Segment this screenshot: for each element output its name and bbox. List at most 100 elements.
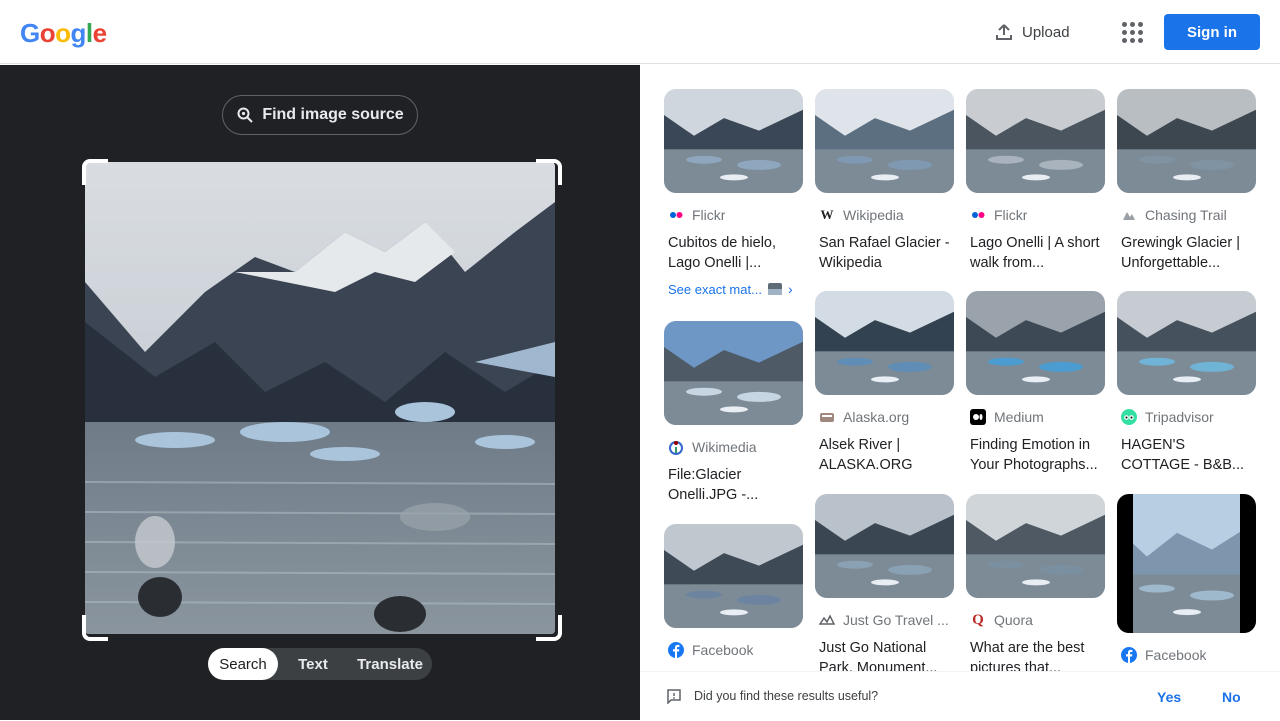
result-thumbnail[interactable] (966, 291, 1105, 395)
crop-handle-bottom-left[interactable] (82, 615, 108, 641)
upload-button[interactable]: Upload (984, 14, 1080, 50)
top-bar: Google Upload Sign in (0, 0, 1280, 64)
exact-match-thumb-icon (767, 283, 782, 295)
result-source[interactable]: Flickr (664, 207, 803, 223)
result-title[interactable]: San Rafael Glacier - Wikipedia (815, 233, 954, 273)
result-thumbnail[interactable] (1117, 89, 1256, 193)
result-thumbnail[interactable] (966, 494, 1105, 598)
see-exact-matches-link[interactable]: See exact mat... › (664, 281, 803, 297)
find-image-source-button[interactable]: Find image source (222, 95, 418, 135)
facebook-icon (1121, 647, 1137, 663)
result-card[interactable]: Flickr Cubitos de hielo, Lago Onelli |...… (664, 89, 803, 297)
result-title[interactable]: HAGEN'S COTTAGE - B&B... (1117, 435, 1256, 475)
result-source[interactable]: Tripadvisor (1117, 409, 1256, 425)
result-thumbnail[interactable] (815, 494, 954, 598)
tab-search[interactable]: Search (208, 648, 278, 680)
result-card[interactable]: Wikimedia File:Glacier Onelli.JPG -... (664, 321, 803, 505)
result-card[interactable]: Chasing Trail Grewingk Glacier | Unforget… (1117, 89, 1256, 273)
sign-in-button[interactable]: Sign in (1164, 14, 1260, 50)
result-source[interactable]: W Wikipedia (815, 207, 954, 223)
result-title[interactable]: Finding Emotion in Your Photographs... (966, 435, 1105, 475)
quora-icon: Q (972, 612, 984, 628)
result-source[interactable]: Q Quora (966, 612, 1105, 628)
chevron-right-icon: › (787, 281, 793, 297)
result-title[interactable]: Lago Onelli | A short walk from... (966, 233, 1105, 273)
result-title[interactable]: Grewingk Glacier | Unforgettable... (1117, 233, 1256, 273)
result-title[interactable]: Alsek River | ALASKA.ORG (815, 435, 954, 475)
tripadvisor-icon (1121, 409, 1137, 425)
query-image-panel: Find image source Search Text Translate (0, 65, 640, 720)
result-title[interactable]: File:Glacier Onelli.JPG -... (664, 465, 803, 505)
alaska-org-icon (819, 409, 835, 425)
tab-translate[interactable]: Translate (348, 648, 432, 680)
result-source[interactable]: Just Go Travel ... (815, 612, 954, 628)
logo-letter: l (85, 18, 93, 48)
medium-icon (970, 409, 986, 425)
mode-tabs: Search Text Translate (208, 648, 432, 680)
result-thumbnail[interactable] (815, 89, 954, 193)
result-source-name: Tripadvisor (1145, 409, 1214, 425)
result-thumbnail[interactable] (815, 291, 954, 395)
result-card[interactable]: Alaska.org Alsek River | ALASKA.ORG (815, 291, 954, 475)
result-source[interactable]: Chasing Trail (1117, 207, 1256, 223)
result-source-name: Chasing Trail (1145, 207, 1227, 223)
result-title[interactable]: Cubitos de hielo, Lago Onelli |... (664, 233, 803, 273)
result-thumbnail[interactable] (1117, 291, 1256, 395)
result-card[interactable]: Flickr Lago Onelli | A short walk from... (966, 89, 1105, 273)
result-thumbnail[interactable] (664, 89, 803, 193)
result-thumbnail[interactable] (664, 321, 803, 425)
crop-handle-top-right[interactable] (536, 159, 562, 185)
result-source-name: Wikimedia (692, 439, 757, 455)
upload-icon (996, 24, 1012, 40)
result-source[interactable]: Facebook (1117, 647, 1256, 663)
flickr-icon (970, 207, 986, 223)
result-source[interactable]: Medium (966, 409, 1105, 425)
result-source-name: Quora (994, 612, 1033, 628)
logo-letter: o (39, 18, 56, 48)
chasing-trail-icon (1121, 207, 1137, 223)
result-source-name: Flickr (692, 207, 726, 223)
result-title[interactable]: What are the best pictures that... (966, 638, 1105, 671)
feedback-question: Did you find these results useful? (694, 689, 879, 703)
upload-label: Upload (1022, 23, 1070, 41)
crop-handle-top-left[interactable] (82, 159, 108, 185)
result-source-name: Flickr (994, 207, 1028, 223)
feedback-yes-button[interactable]: Yes (1157, 689, 1181, 705)
result-card[interactable]: Medium Finding Emotion in Your Photograph… (966, 291, 1105, 475)
result-source-name: Alaska.org (843, 409, 910, 425)
crop-handle-bottom-right[interactable] (536, 615, 562, 641)
result-thumbnail[interactable] (664, 524, 803, 628)
visual-matches-panel: Flickr Cubitos de hielo, Lago Onelli |...… (640, 65, 1280, 671)
feedback-no-button[interactable]: No (1222, 689, 1241, 705)
wikimedia-icon (668, 439, 684, 455)
result-card[interactable]: Just Go Travel ... Just Go National Park,… (815, 494, 954, 671)
result-source[interactable]: Facebook (664, 642, 803, 658)
tab-text[interactable]: Text (278, 648, 348, 680)
result-thumbnail[interactable] (1117, 494, 1256, 633)
find-image-source-label: Find image source (262, 106, 404, 123)
facebook-icon (668, 642, 684, 658)
result-source[interactable]: Wikimedia (664, 439, 803, 455)
result-card[interactable]: Facebook (664, 524, 803, 658)
result-source-name: Just Go Travel ... (843, 612, 949, 628)
lens-search-icon (237, 107, 254, 123)
result-card[interactable]: W Wikipedia San Rafael Glacier - Wikipedia (815, 89, 954, 273)
feedback-bar: Did you find these results useful? Yes N… (640, 671, 1280, 721)
result-source[interactable]: Flickr (966, 207, 1105, 223)
flickr-icon (668, 207, 684, 223)
result-source[interactable]: Alaska.org (815, 409, 954, 425)
result-card[interactable]: Q Quora What are the best pictures that... (966, 494, 1105, 671)
wikipedia-icon: W (820, 207, 834, 222)
result-source-name: Wikipedia (843, 207, 904, 223)
see-exact-matches-label: See exact mat... (668, 281, 762, 297)
result-source-name: Facebook (1145, 647, 1207, 663)
apps-grid-icon[interactable] (1118, 18, 1146, 46)
logo-letter: G (20, 18, 40, 48)
result-card[interactable]: Tripadvisor HAGEN'S COTTAGE - B&B... (1117, 291, 1256, 475)
logo-letter: o (55, 18, 71, 48)
google-logo[interactable]: Google (20, 18, 107, 49)
result-thumbnail[interactable] (966, 89, 1105, 193)
result-card[interactable]: Facebook (1117, 494, 1256, 663)
logo-letter: e (92, 18, 107, 48)
result-title[interactable]: Just Go National Park, Monument... (815, 638, 954, 671)
